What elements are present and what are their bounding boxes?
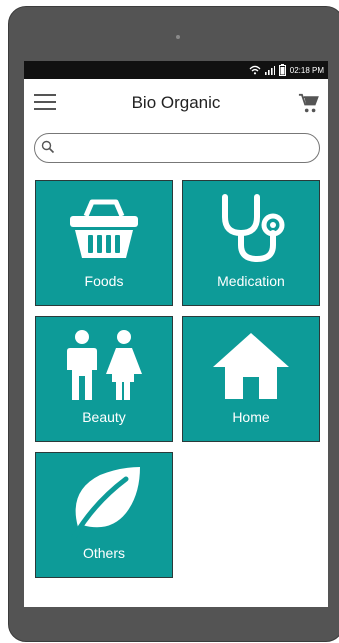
category-label: Others [82, 545, 125, 561]
category-label: Home [232, 409, 270, 425]
category-tile-others[interactable]: Others [35, 452, 173, 578]
page-title: Bio Organic [131, 93, 221, 112]
stethoscope-icon [183, 181, 319, 277]
status-icons: 02:18 PM [249, 61, 324, 79]
category-tile-home[interactable]: Home [182, 316, 320, 442]
signal-icon [264, 65, 275, 75]
category-label: Foods [84, 273, 124, 289]
status-time: 02:18 PM [289, 65, 324, 75]
shopping-cart-icon[interactable] [298, 93, 320, 115]
search-bar[interactable] [34, 133, 320, 163]
house-icon [183, 317, 319, 413]
leaf-icon [36, 453, 172, 549]
category-tile-beauty[interactable]: Beauty [35, 316, 173, 442]
camera-dot [176, 35, 180, 39]
status-bar: 02:18 PM [24, 61, 328, 79]
category-label: Medication [217, 273, 285, 289]
app-screen: 02:18 PM Bio Organic Foods Medication Be… [24, 61, 328, 607]
battery-icon [278, 64, 286, 76]
wifi-icon [249, 65, 261, 75]
category-label: Beauty [82, 409, 126, 425]
search-input[interactable] [59, 138, 313, 160]
category-tile-foods[interactable]: Foods [35, 180, 173, 306]
category-tile-medication[interactable]: Medication [182, 180, 320, 306]
search-icon [41, 140, 55, 154]
app-header: Bio Organic [24, 83, 328, 123]
man-woman-icon [36, 317, 172, 413]
basket-icon [36, 181, 172, 277]
device-frame: 02:18 PM Bio Organic Foods Medication Be… [8, 6, 339, 642]
